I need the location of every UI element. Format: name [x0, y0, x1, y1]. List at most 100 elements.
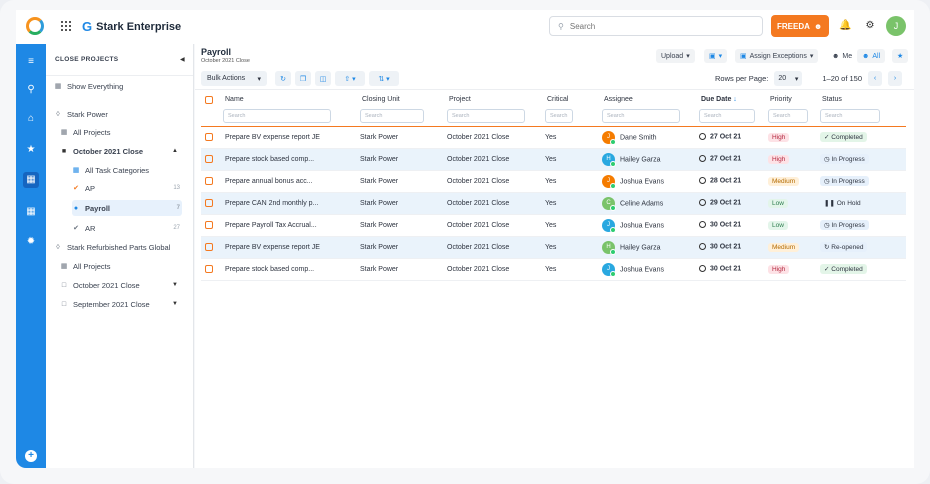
column-header-closing-unit[interactable]: Closing Unit	[360, 96, 447, 108]
table-row[interactable]: Prepare stock based comp... Stark Power Oc…	[201, 148, 906, 171]
assignee-avatar: J	[602, 218, 616, 233]
table-row[interactable]: Prepare annual bonus acc... Stark Power Oc…	[201, 170, 906, 193]
search-input[interactable]	[569, 21, 750, 31]
column-header-priority[interactable]: Priority	[768, 96, 820, 108]
september-2021-close-item[interactable]: □ September 2021 Close ▼	[60, 296, 182, 312]
app-logo-icon[interactable]	[26, 17, 44, 35]
all-task-categories-item[interactable]: ▦ All Task Categories	[72, 162, 182, 178]
settings-gear-icon[interactable]: ⚙	[864, 20, 876, 32]
calendar-icon[interactable]: ▦	[23, 172, 39, 188]
stark-power-item[interactable]: ◊ Stark Power	[54, 106, 182, 122]
assignee[interactable]: H Hailey Garza	[602, 236, 699, 259]
status-icon: ↻	[824, 244, 830, 251]
chevron-up-icon[interactable]: ▲	[172, 148, 178, 154]
filter-priority-input[interactable]: Search	[768, 109, 808, 123]
assignee[interactable]: J Joshua Evans	[602, 214, 699, 237]
october-2021-close-item[interactable]: ■ October 2021 Close ▲	[60, 143, 182, 159]
column-header-project[interactable]: Project	[447, 96, 545, 108]
task-name[interactable]: Prepare CAN 2nd monthly p...	[223, 192, 360, 215]
brand[interactable]: G Stark Enterprise	[82, 19, 181, 34]
assignee[interactable]: J Dane Smith	[602, 126, 699, 149]
filter-due-input[interactable]: Search	[699, 109, 755, 123]
select-all-checkbox[interactable]	[205, 96, 213, 104]
closing-unit: Stark Power	[360, 126, 447, 149]
upload-button[interactable]: Upload ▾	[656, 49, 695, 63]
expand-menu-icon[interactable]: ≡	[23, 54, 39, 70]
row-checkbox[interactable]	[205, 221, 213, 229]
favorites-star-icon[interactable]: ★	[23, 142, 39, 158]
all-projects-item[interactable]: ▦ All Projects	[60, 124, 188, 140]
filter-unit-input[interactable]: Search	[360, 109, 424, 123]
stark-refurbished-item[interactable]: ◊ Stark Refurbished Parts Global	[54, 239, 188, 255]
category-payroll-item[interactable]: ● Payroll 7	[72, 200, 182, 216]
all-filter-button[interactable]: ☻ All	[857, 49, 886, 63]
prev-page-icon[interactable]: ‹	[868, 71, 882, 86]
columns-icon[interactable]: ◫	[315, 71, 331, 86]
rows-per-page-select[interactable]: 20 ▾	[774, 71, 803, 86]
chevron-down-icon[interactable]: ▼	[172, 282, 178, 288]
row-checkbox[interactable]	[205, 155, 213, 163]
add-icon[interactable]: +	[25, 450, 37, 462]
next-page-icon[interactable]: ›	[888, 71, 902, 86]
panel-header: CLOSE PROJECTS	[55, 56, 119, 63]
row-checkbox[interactable]	[205, 133, 213, 141]
close-projects-panel: CLOSE PROJECTS ◀ ▦ Show Everything ◊ Sta…	[46, 44, 194, 468]
filter-status-input[interactable]: Search	[820, 109, 880, 123]
assignee[interactable]: H Hailey Garza	[602, 148, 699, 171]
table-row[interactable]: Prepare BV expense report JE Stark Power O…	[201, 236, 906, 259]
assignee[interactable]: J Joshua Evans	[602, 258, 699, 281]
task-name[interactable]: Prepare BV expense report JE	[223, 126, 360, 149]
row-checkbox[interactable]	[205, 265, 213, 273]
filter-name-input[interactable]: Search	[223, 109, 331, 123]
task-name[interactable]: Prepare Payroll Tax Accrual...	[223, 214, 360, 237]
assign-exceptions-button[interactable]: ▣ Assign Exceptions ▾	[735, 49, 819, 63]
bulk-actions-dropdown[interactable]: Bulk Actions ▾	[201, 71, 267, 86]
collapse-panel-icon[interactable]: ◀	[180, 56, 185, 63]
favorite-star-icon[interactable]: ★	[892, 49, 909, 63]
filter-assignee-input[interactable]: Search	[602, 109, 680, 123]
insights-bulb-icon[interactable]: ✹	[23, 234, 39, 250]
task-name[interactable]: Prepare stock based comp...	[223, 148, 360, 171]
filter-critical-input[interactable]: Search	[545, 109, 573, 123]
dashboard-icon[interactable]: ▦	[23, 204, 39, 220]
freeda-button[interactable]: FREEDA ☻	[771, 15, 829, 37]
filter-project-input[interactable]: Search	[447, 109, 525, 123]
assignee[interactable]: J Joshua Evans	[602, 170, 699, 193]
table-row[interactable]: Prepare Payroll Tax Accrual... Stark Powe…	[201, 214, 906, 237]
task-name[interactable]: Prepare stock based comp...	[223, 258, 360, 281]
comment-button[interactable]: ▣ ▾	[704, 49, 728, 63]
table-row[interactable]: Prepare BV expense report JE Stark Power O…	[201, 126, 906, 149]
item-count: 7	[176, 205, 180, 211]
column-header-due-date[interactable]: Due Date ↓	[699, 96, 768, 108]
task-name[interactable]: Prepare BV expense report JE	[223, 236, 360, 259]
sort-icon[interactable]: ⇅ ▾	[369, 71, 399, 86]
column-header-assignee[interactable]: Assignee	[602, 96, 699, 108]
column-header-critical[interactable]: Critical	[545, 96, 602, 108]
all-projects-item[interactable]: ▦ All Projects	[60, 258, 188, 274]
row-checkbox[interactable]	[205, 243, 213, 251]
category-ar-item[interactable]: ✔ AR 27	[72, 220, 182, 236]
table-row[interactable]: Prepare CAN 2nd monthly p... Stark Power O…	[201, 192, 906, 215]
apps-grid-icon[interactable]	[60, 20, 72, 32]
assignee[interactable]: C Celine Adams	[602, 192, 699, 215]
refresh-icon[interactable]: ↻	[275, 71, 291, 86]
user-avatar[interactable]: J	[886, 16, 906, 36]
search-nav-icon[interactable]: ⚲	[23, 82, 39, 98]
column-header-name[interactable]: Name	[223, 96, 360, 108]
row-checkbox[interactable]	[205, 177, 213, 185]
chevron-down-icon[interactable]: ▼	[172, 301, 178, 307]
category-ap-item[interactable]: ✔ AP 13	[72, 180, 182, 196]
row-checkbox[interactable]	[205, 199, 213, 207]
notifications-bell-icon[interactable]: 🔔	[839, 20, 851, 32]
task-name[interactable]: Prepare annual bonus acc...	[223, 170, 360, 193]
search-box[interactable]: ⚲	[549, 16, 763, 36]
table-row[interactable]: Prepare stock based comp... Stark Power Oc…	[201, 258, 906, 281]
export-icon[interactable]: ⇧ ▾	[335, 71, 365, 86]
show-everything-item[interactable]: ▦ Show Everything	[54, 78, 182, 94]
critical: Yes	[545, 214, 602, 237]
me-filter-button[interactable]: ☻ Me	[827, 49, 857, 63]
copy-icon[interactable]: ❐	[295, 71, 311, 86]
home-icon[interactable]: ⌂	[23, 111, 39, 127]
october-2021-close-item-2[interactable]: □ October 2021 Close ▼	[60, 277, 182, 293]
column-header-status[interactable]: Status	[820, 96, 906, 108]
